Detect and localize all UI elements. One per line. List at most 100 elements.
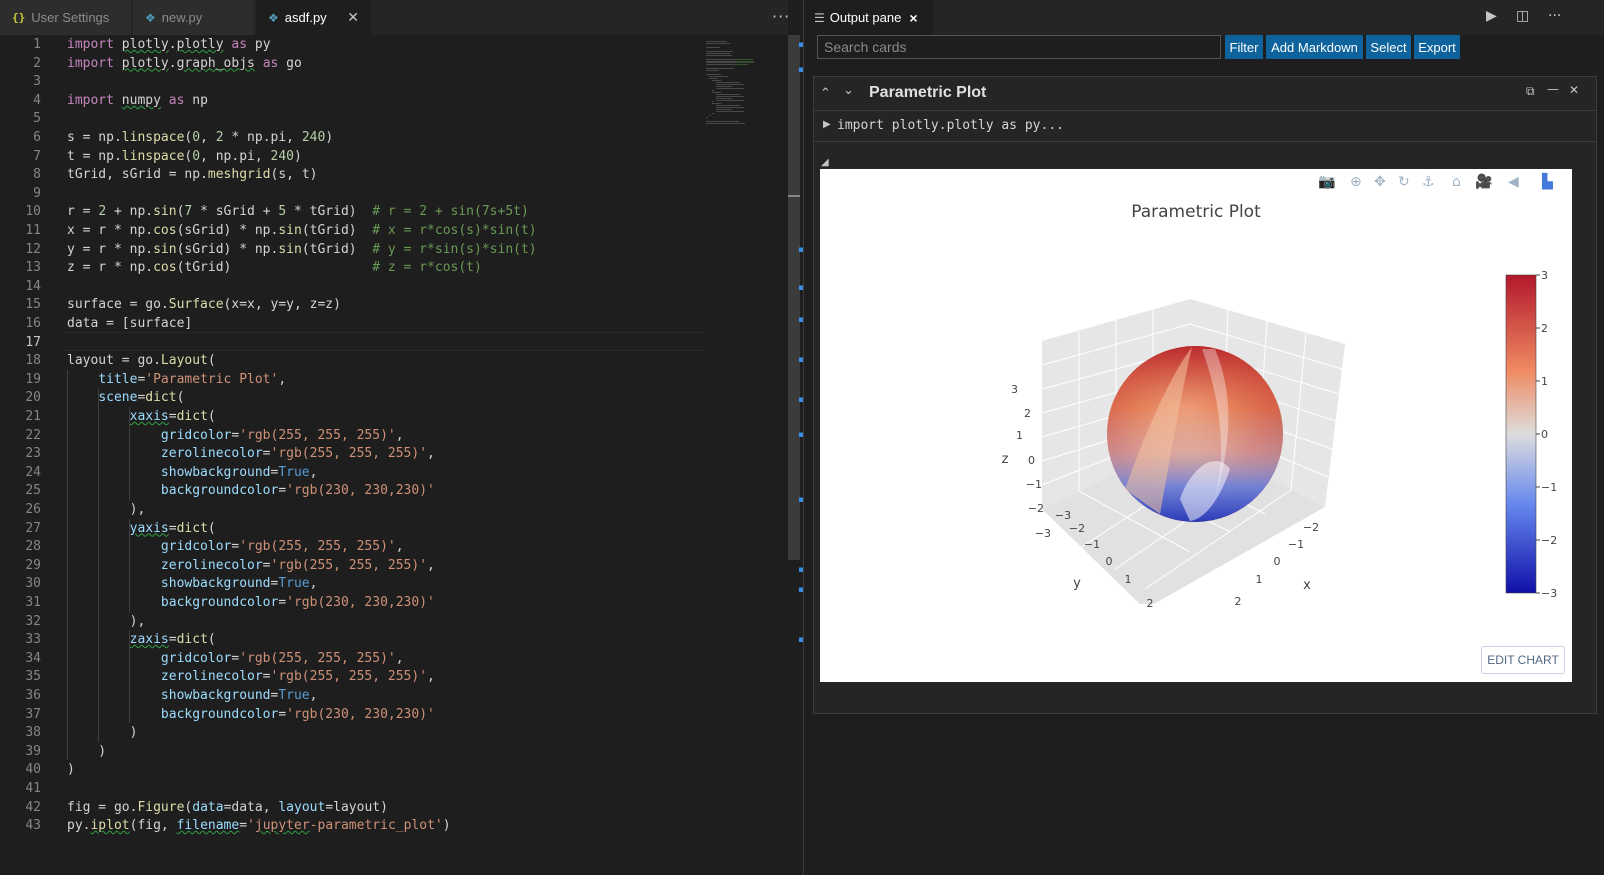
close-icon[interactable]: ✕: [347, 9, 359, 26]
code-line[interactable]: 9: [0, 184, 706, 203]
export-button[interactable]: Export: [1414, 35, 1460, 59]
code-line[interactable]: 26 ),: [0, 500, 706, 519]
code-text: tGrid, sGrid = np.meshgrid(s, t): [67, 167, 318, 183]
code-line[interactable]: 39 ): [0, 742, 706, 761]
code-editor[interactable]: 1 import plotly.plotly as py 2 import plotl…: [0, 35, 788, 875]
code-line[interactable]: 12 y = r * np.sin(sGrid) * np.sin(tGrid) …: [0, 240, 706, 259]
close-icon[interactable]: ✕: [1569, 83, 1579, 97]
code-line[interactable]: 34 gridcolor='rgb(255, 255, 255)',: [0, 649, 706, 668]
camera-icon[interactable]: 📷: [1318, 174, 1335, 190]
code-line[interactable]: 32 ),: [0, 612, 706, 631]
code-line[interactable]: 31 backgroundcolor='rgb(230, 230,230)': [0, 593, 706, 612]
code-line[interactable]: 24 showbackground=True,: [0, 463, 706, 482]
select-button[interactable]: Select: [1366, 35, 1411, 59]
code-line[interactable]: 35 zerolinecolor='rgb(255, 255, 255)',: [0, 667, 706, 686]
filter-button[interactable]: Filter: [1225, 35, 1263, 59]
tab-user-settings[interactable]: {} User Settings: [0, 0, 132, 35]
overview-ruler-marker: ▪: [798, 245, 805, 255]
code-text: scene=dict(: [98, 390, 185, 406]
line-number: 42: [25, 799, 41, 815]
code-line[interactable]: 15 surface = go.Surface(x=x, y=y, z=z): [0, 295, 706, 314]
code-line[interactable]: 13 z = r * np.cos(tGrid) # z = r*cos(t): [0, 258, 706, 277]
code-line[interactable]: 28 gridcolor='rgb(255, 255, 255)',: [0, 537, 706, 556]
code-line[interactable]: 4 import numpy as np: [0, 91, 706, 110]
code-line[interactable]: 38 ): [0, 723, 706, 742]
more-actions-icon[interactable]: ···: [772, 7, 790, 26]
code-line[interactable]: 11 x = r * np.cos(sGrid) * np.sin(tGrid) …: [0, 221, 706, 240]
tab-output-pane[interactable]: ☰ Output pane ×: [804, 0, 934, 35]
minimap-line: [706, 42, 730, 44]
code-line[interactable]: 5: [0, 109, 706, 128]
code-line[interactable]: 17: [0, 333, 706, 352]
code-line[interactable]: 41: [0, 779, 706, 798]
code-line[interactable]: 2 import plotly.graph_objs as go: [0, 54, 706, 73]
colorbar-tick-label: −3: [1541, 587, 1557, 600]
code-line[interactable]: 37 backgroundcolor='rgb(230, 230,230)': [0, 705, 706, 724]
y-tick-label: 1: [1125, 573, 1132, 586]
turntable-icon[interactable]: ⚓: [1422, 174, 1435, 190]
vscode-window: {} User Settings ❖ new.py ❖ asdf.py ✕ ··…: [0, 0, 1604, 875]
code-line[interactable]: 33 zaxis=dict(: [0, 630, 706, 649]
line-number: 26: [25, 502, 41, 517]
run-icon[interactable]: ▶: [1486, 8, 1497, 24]
minimap-line: [706, 68, 734, 70]
z-tick-label: 1: [1016, 429, 1023, 442]
card-code-row[interactable]: ▶ import plotly.plotly as py...: [814, 111, 1596, 142]
code-line[interactable]: 3: [0, 72, 706, 91]
code-line[interactable]: 23 zerolinecolor='rgb(255, 255, 255)',: [0, 444, 706, 463]
close-icon[interactable]: ×: [909, 10, 917, 26]
split-editor-icon[interactable]: ◫: [1516, 8, 1529, 24]
3d-scene[interactable]: [1041, 299, 1345, 609]
tab-new-py[interactable]: ❖ new.py: [133, 0, 255, 35]
code-line[interactable]: 14: [0, 277, 706, 296]
pan-icon[interactable]: ✥: [1374, 174, 1386, 190]
code-line[interactable]: 29 zerolinecolor='rgb(255, 255, 255)',: [0, 556, 706, 575]
popout-icon[interactable]: ⧉: [1526, 84, 1535, 99]
code-text: ): [67, 762, 75, 778]
expand-triangle-icon[interactable]: ▶: [823, 119, 831, 130]
code-line[interactable]: 10 r = 2 + np.sin(7 * sGrid + 5 * tGrid) …: [0, 202, 706, 221]
zoom-icon[interactable]: ⊕: [1350, 174, 1362, 190]
code-line[interactable]: 1 import plotly.plotly as py: [0, 35, 706, 54]
code-line[interactable]: 30 showbackground=True,: [0, 574, 706, 593]
minimap-line: [715, 99, 744, 101]
code-line[interactable]: 40): [0, 760, 706, 779]
hover-icon[interactable]: ◀: [1508, 174, 1519, 190]
code-line[interactable]: 8 tGrid, sGrid = np.meshgrid(s, t): [0, 165, 706, 184]
code-line[interactable]: 19 title='Parametric Plot',: [0, 370, 706, 389]
x-tick-label: −1: [1288, 538, 1304, 551]
add-markdown-button[interactable]: Add Markdown: [1266, 35, 1363, 59]
plotly-chart[interactable]: −3 −2 −1 0 1 2 3 z −3 −2 −1 0 1 2 y −2 −1 0 1 2 x 3 2 1 0 −1 −2 −3 …: [820, 169, 1572, 682]
minimap[interactable]: [706, 35, 786, 125]
line-number: 35: [25, 669, 41, 685]
code-line[interactable]: 16 data = [surface]: [0, 314, 706, 333]
code-line[interactable]: 22 gridcolor='rgb(255, 255, 255)',: [0, 426, 706, 445]
output-collapse-triangle-icon[interactable]: ◢: [821, 157, 829, 168]
chevron-up-icon[interactable]: ⌃: [820, 86, 831, 101]
colorbar: [1505, 274, 1537, 594]
minimap-line: [715, 95, 744, 97]
edit-chart-button[interactable]: EDIT CHART: [1481, 646, 1565, 674]
camera-view-icon[interactable]: 🎥: [1475, 174, 1492, 190]
home-icon[interactable]: ⌂: [1452, 174, 1461, 190]
code-line[interactable]: 36 showbackground=True,: [0, 686, 706, 705]
code-line[interactable]: 7 t = np.linspace(0, np.pi, 240): [0, 147, 706, 166]
chevron-down-icon[interactable]: ⌄: [843, 83, 854, 98]
code-text: ),: [67, 502, 146, 517]
plotly-logo-icon[interactable]: ▙: [1542, 174, 1553, 190]
code-line[interactable]: 21 xaxis=dict(: [0, 407, 706, 426]
code-text: import numpy as np: [67, 92, 208, 108]
code-text: py.iplot(fig, filename='jupyter-parametr…: [67, 818, 451, 834]
code-line[interactable]: 27 yaxis=dict(: [0, 519, 706, 538]
code-line[interactable]: 18 layout = go.Layout(: [0, 351, 706, 370]
code-line[interactable]: 6 s = np.linspace(0, 2 * np.pi, 240): [0, 128, 706, 147]
orbit-rotation-icon[interactable]: ↻: [1398, 174, 1410, 190]
code-line[interactable]: 25 backgroundcolor='rgb(230, 230,230)': [0, 481, 706, 500]
tab-asdf-py[interactable]: ❖ asdf.py ✕: [256, 0, 372, 35]
more-actions-icon[interactable]: ···: [1548, 8, 1561, 24]
code-line[interactable]: 42 fig = go.Figure(data=data, layout=layo…: [0, 798, 706, 817]
code-line[interactable]: 43 py.iplot(fig, filename='jupyter-parame…: [0, 816, 706, 835]
search-cards-input[interactable]: [817, 35, 1221, 59]
minimize-icon[interactable]: —: [1547, 82, 1559, 96]
code-line[interactable]: 20 scene=dict(: [0, 388, 706, 407]
